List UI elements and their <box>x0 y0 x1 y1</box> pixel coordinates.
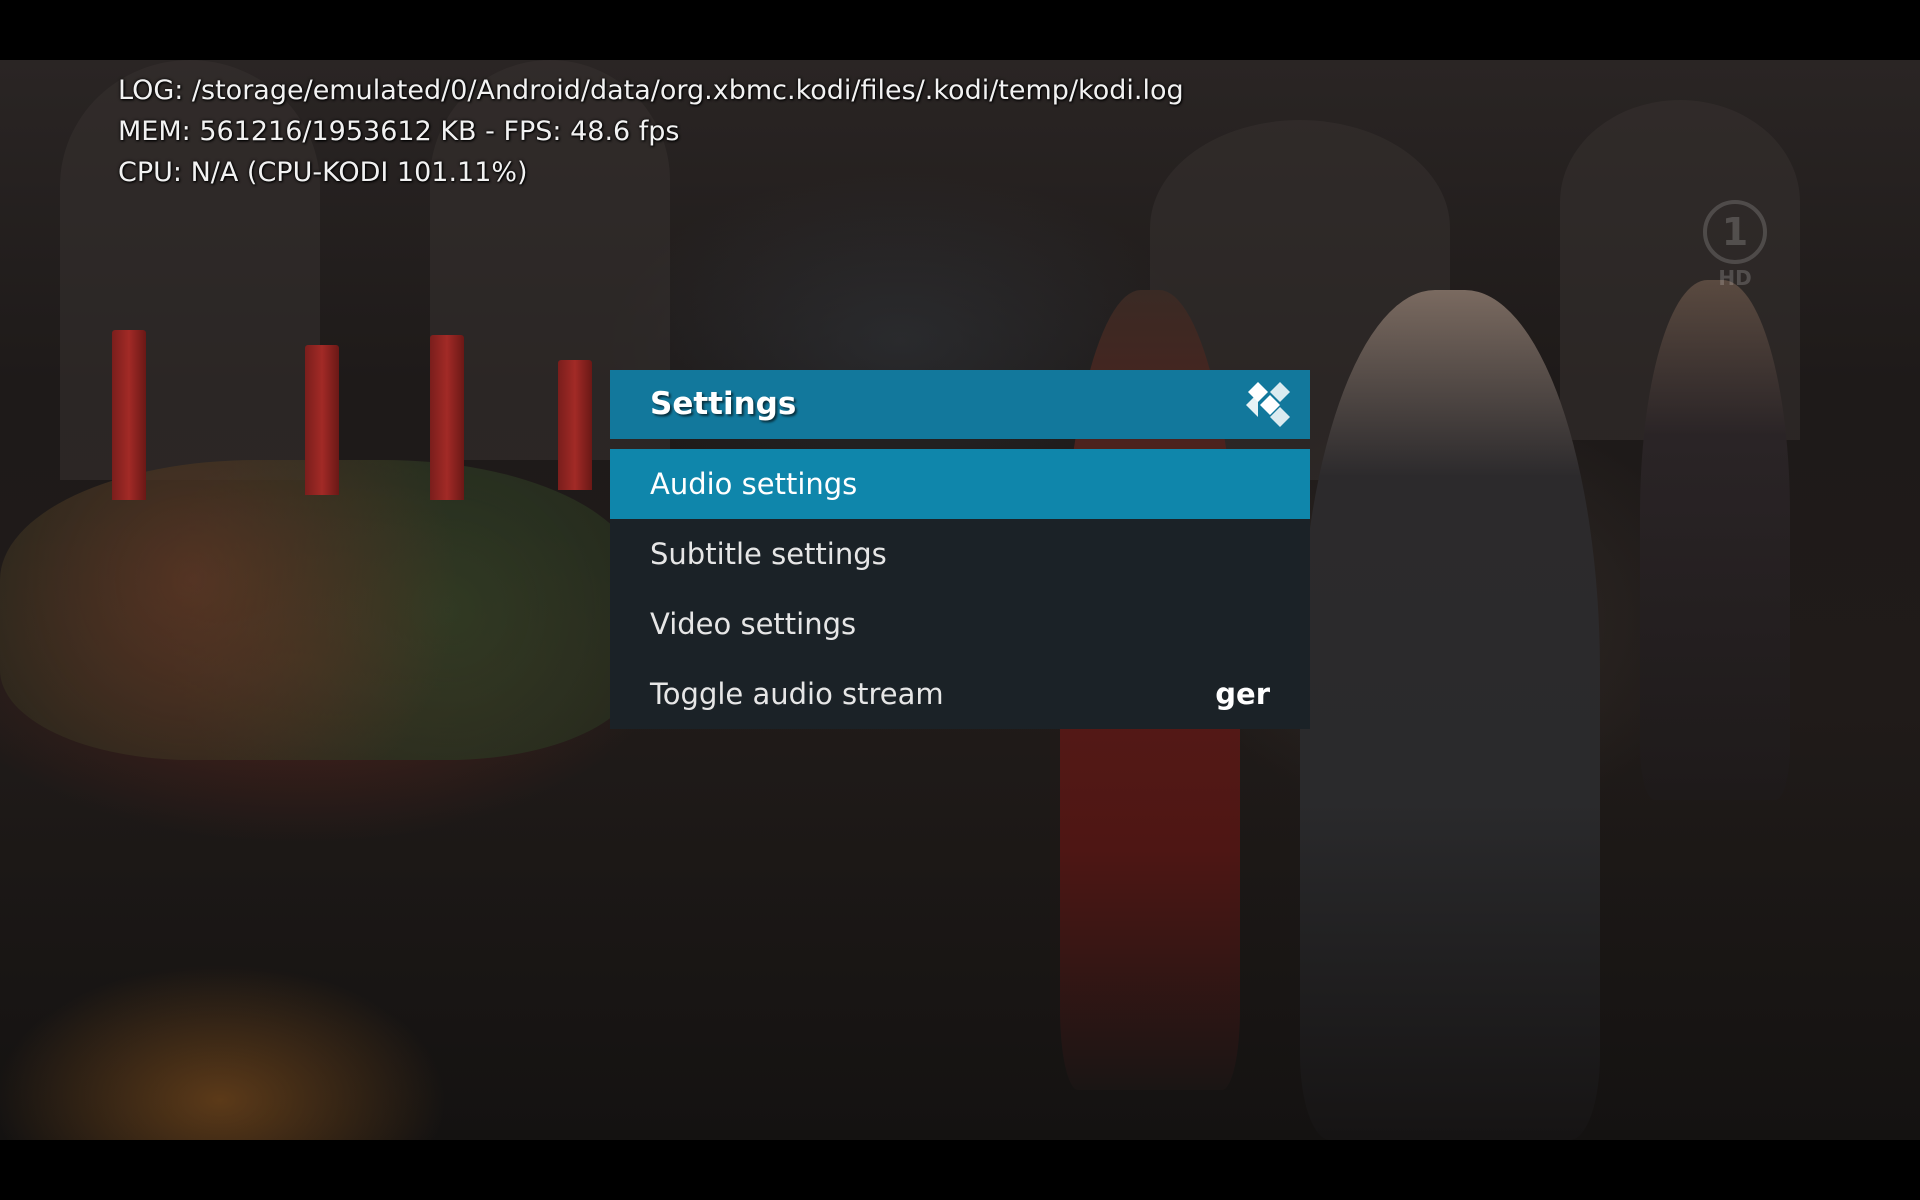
screen: 1 HD LOG: /storage/emulated/0/Android/da… <box>0 0 1920 1200</box>
settings-dialog: Settings Audio settings Subtitle setting… <box>610 370 1310 729</box>
musician-figure <box>1640 280 1790 800</box>
menu-item-subtitle-settings[interactable]: Subtitle settings <box>610 519 1310 589</box>
dialog-header: Settings <box>610 370 1310 439</box>
menu-item-label: Subtitle settings <box>650 537 887 571</box>
candle <box>112 330 146 500</box>
menu-item-label: Toggle audio stream <box>650 677 944 711</box>
dialog-title: Settings <box>650 386 797 422</box>
kodi-logo-icon <box>1246 382 1290 427</box>
dialog-divider <box>610 439 1310 449</box>
channel-logo-hd: HD <box>1718 266 1752 290</box>
debug-cpu-line: CPU: N/A (CPU-KODI 101.11%) <box>118 157 528 188</box>
candle <box>558 360 592 490</box>
menu-item-label: Audio settings <box>650 467 858 501</box>
advent-wreath <box>0 460 640 760</box>
dialog-menu: Audio settings Subtitle settings Video s… <box>610 449 1310 729</box>
menu-item-value: ger <box>1215 677 1270 711</box>
menu-item-video-settings[interactable]: Video settings <box>610 589 1310 659</box>
channel-logo-number: 1 <box>1703 200 1767 264</box>
debug-log-line: LOG: /storage/emulated/0/Android/data/or… <box>118 75 1184 106</box>
menu-item-audio-settings[interactable]: Audio settings <box>610 449 1310 519</box>
menu-item-toggle-audio-stream[interactable]: Toggle audio stream ger <box>610 659 1310 729</box>
debug-mem-line: MEM: 561216/1953612 KB - FPS: 48.6 fps <box>118 116 680 147</box>
performer-figure <box>1300 290 1600 1140</box>
candle <box>305 345 339 495</box>
channel-logo: 1 HD <box>1700 200 1770 290</box>
debug-overlay: LOG: /storage/emulated/0/Android/data/or… <box>118 70 1184 193</box>
menu-item-label: Video settings <box>650 607 857 641</box>
candle <box>430 335 464 500</box>
